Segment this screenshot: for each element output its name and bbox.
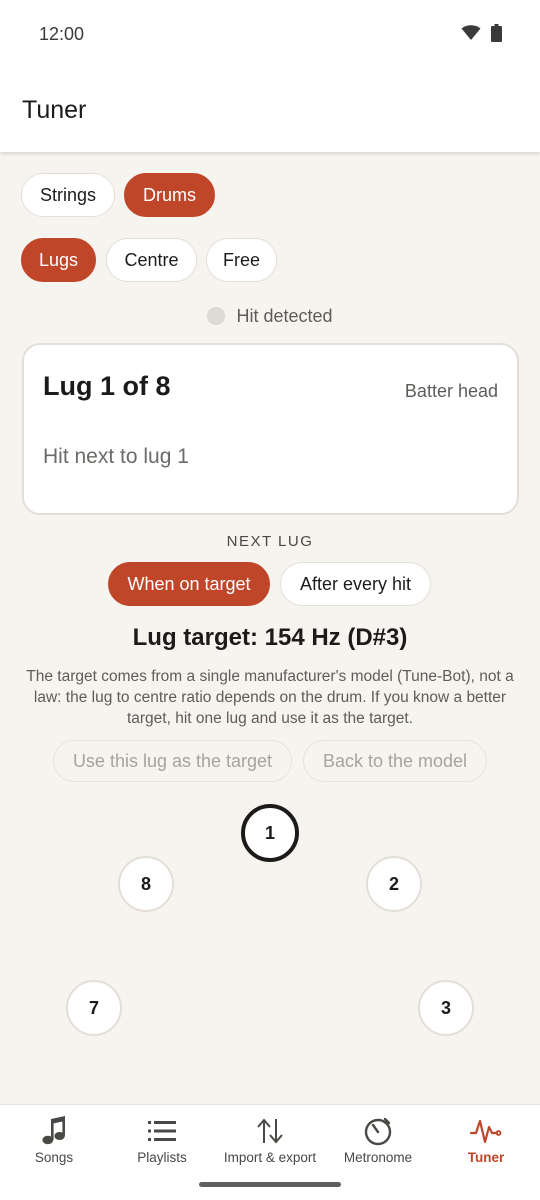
hit-indicator: Hit detected bbox=[0, 304, 540, 328]
home-indicator[interactable] bbox=[199, 1182, 341, 1187]
tab-strings-label: Strings bbox=[39, 184, 97, 205]
target-note: The target comes from a single manufactu… bbox=[26, 668, 514, 727]
nav-label-tuner: Tuner bbox=[467, 1150, 505, 1165]
lug-card-head: Batter head bbox=[404, 381, 498, 401]
back-to-model-button[interactable]: Back to the model bbox=[303, 740, 487, 782]
tab-free-label: Free bbox=[222, 249, 260, 270]
metronome-icon bbox=[364, 1117, 392, 1146]
lug-card-title: Lug 1 of 8 bbox=[43, 371, 171, 401]
hit-indicator-label: Hit detected bbox=[236, 305, 333, 326]
lug-number: 2 bbox=[388, 873, 399, 894]
status-time: 12:00 bbox=[39, 24, 85, 44]
nav-label-songs: Songs bbox=[34, 1150, 74, 1165]
status-bar: 12:00 bbox=[0, 0, 540, 68]
app-bar: Tuner bbox=[0, 68, 540, 152]
next-lug-after-every-hit-button[interactable]: After every hit bbox=[280, 562, 431, 606]
lug-card-hint: Hit next to lug 1 bbox=[43, 445, 189, 468]
lug-target-title: Lug target: 154 Hz (D#3) bbox=[132, 624, 408, 651]
tab-lugs[interactable]: Lugs bbox=[21, 238, 96, 282]
list-icon bbox=[148, 1121, 176, 1141]
music-note-icon bbox=[42, 1116, 65, 1145]
tab-centre-label: Centre bbox=[124, 249, 179, 270]
import-export-icon bbox=[257, 1118, 283, 1144]
wifi-icon bbox=[461, 25, 481, 40]
nav-item-tuner[interactable]: Tuner bbox=[432, 1105, 540, 1185]
lug-node-1[interactable]: 1 bbox=[241, 804, 299, 862]
tab-drums[interactable]: Drums bbox=[124, 173, 215, 217]
lug-number: 8 bbox=[140, 873, 151, 894]
tab-drums-label: Drums bbox=[143, 184, 196, 205]
lug-node-3[interactable]: 3 bbox=[418, 980, 474, 1036]
lug-number: 1 bbox=[264, 822, 275, 843]
lug-number: 3 bbox=[440, 997, 451, 1018]
nav-item-import-export[interactable]: Import & export bbox=[216, 1105, 324, 1185]
when-on-target-label: When on target bbox=[127, 573, 251, 594]
page-title: Tuner bbox=[22, 96, 87, 124]
battery-icon bbox=[491, 24, 502, 42]
lug-card: Lug 1 of 8 Batter head Hit next to lug 1 bbox=[22, 343, 519, 515]
tab-free[interactable]: Free bbox=[206, 238, 277, 282]
tab-centre[interactable]: Centre bbox=[106, 238, 197, 282]
nav-label-playlists: Playlists bbox=[137, 1150, 187, 1165]
hit-status-dot bbox=[207, 307, 226, 325]
nav-label-metronome: Metronome bbox=[343, 1150, 413, 1165]
nav-label-import-export: Import & export bbox=[223, 1150, 317, 1165]
lug-node-8[interactable]: 8 bbox=[118, 856, 174, 912]
use-lug-as-target-button[interactable]: Use this lug as the target bbox=[53, 740, 292, 782]
nav-item-songs[interactable]: Songs bbox=[0, 1105, 108, 1185]
status-icons bbox=[461, 24, 502, 42]
tab-lugs-label: Lugs bbox=[38, 249, 79, 270]
nav-item-metronome[interactable]: Metronome bbox=[324, 1105, 432, 1185]
lug-number: 7 bbox=[88, 997, 99, 1018]
after-every-hit-label: After every hit bbox=[299, 573, 412, 594]
back-to-model-label: Back to the model bbox=[322, 750, 468, 771]
tuner-wave-icon bbox=[470, 1119, 502, 1144]
lug-node-7[interactable]: 7 bbox=[66, 980, 122, 1036]
nav-item-playlists[interactable]: Playlists bbox=[108, 1105, 216, 1185]
lug-node-2[interactable]: 2 bbox=[366, 856, 422, 912]
use-lug-as-target-label: Use this lug as the target bbox=[72, 750, 273, 771]
next-lug-label: NEXT LUG bbox=[226, 533, 314, 550]
next-lug-when-on-target-button[interactable]: When on target bbox=[108, 562, 270, 606]
tab-strings[interactable]: Strings bbox=[21, 173, 115, 217]
